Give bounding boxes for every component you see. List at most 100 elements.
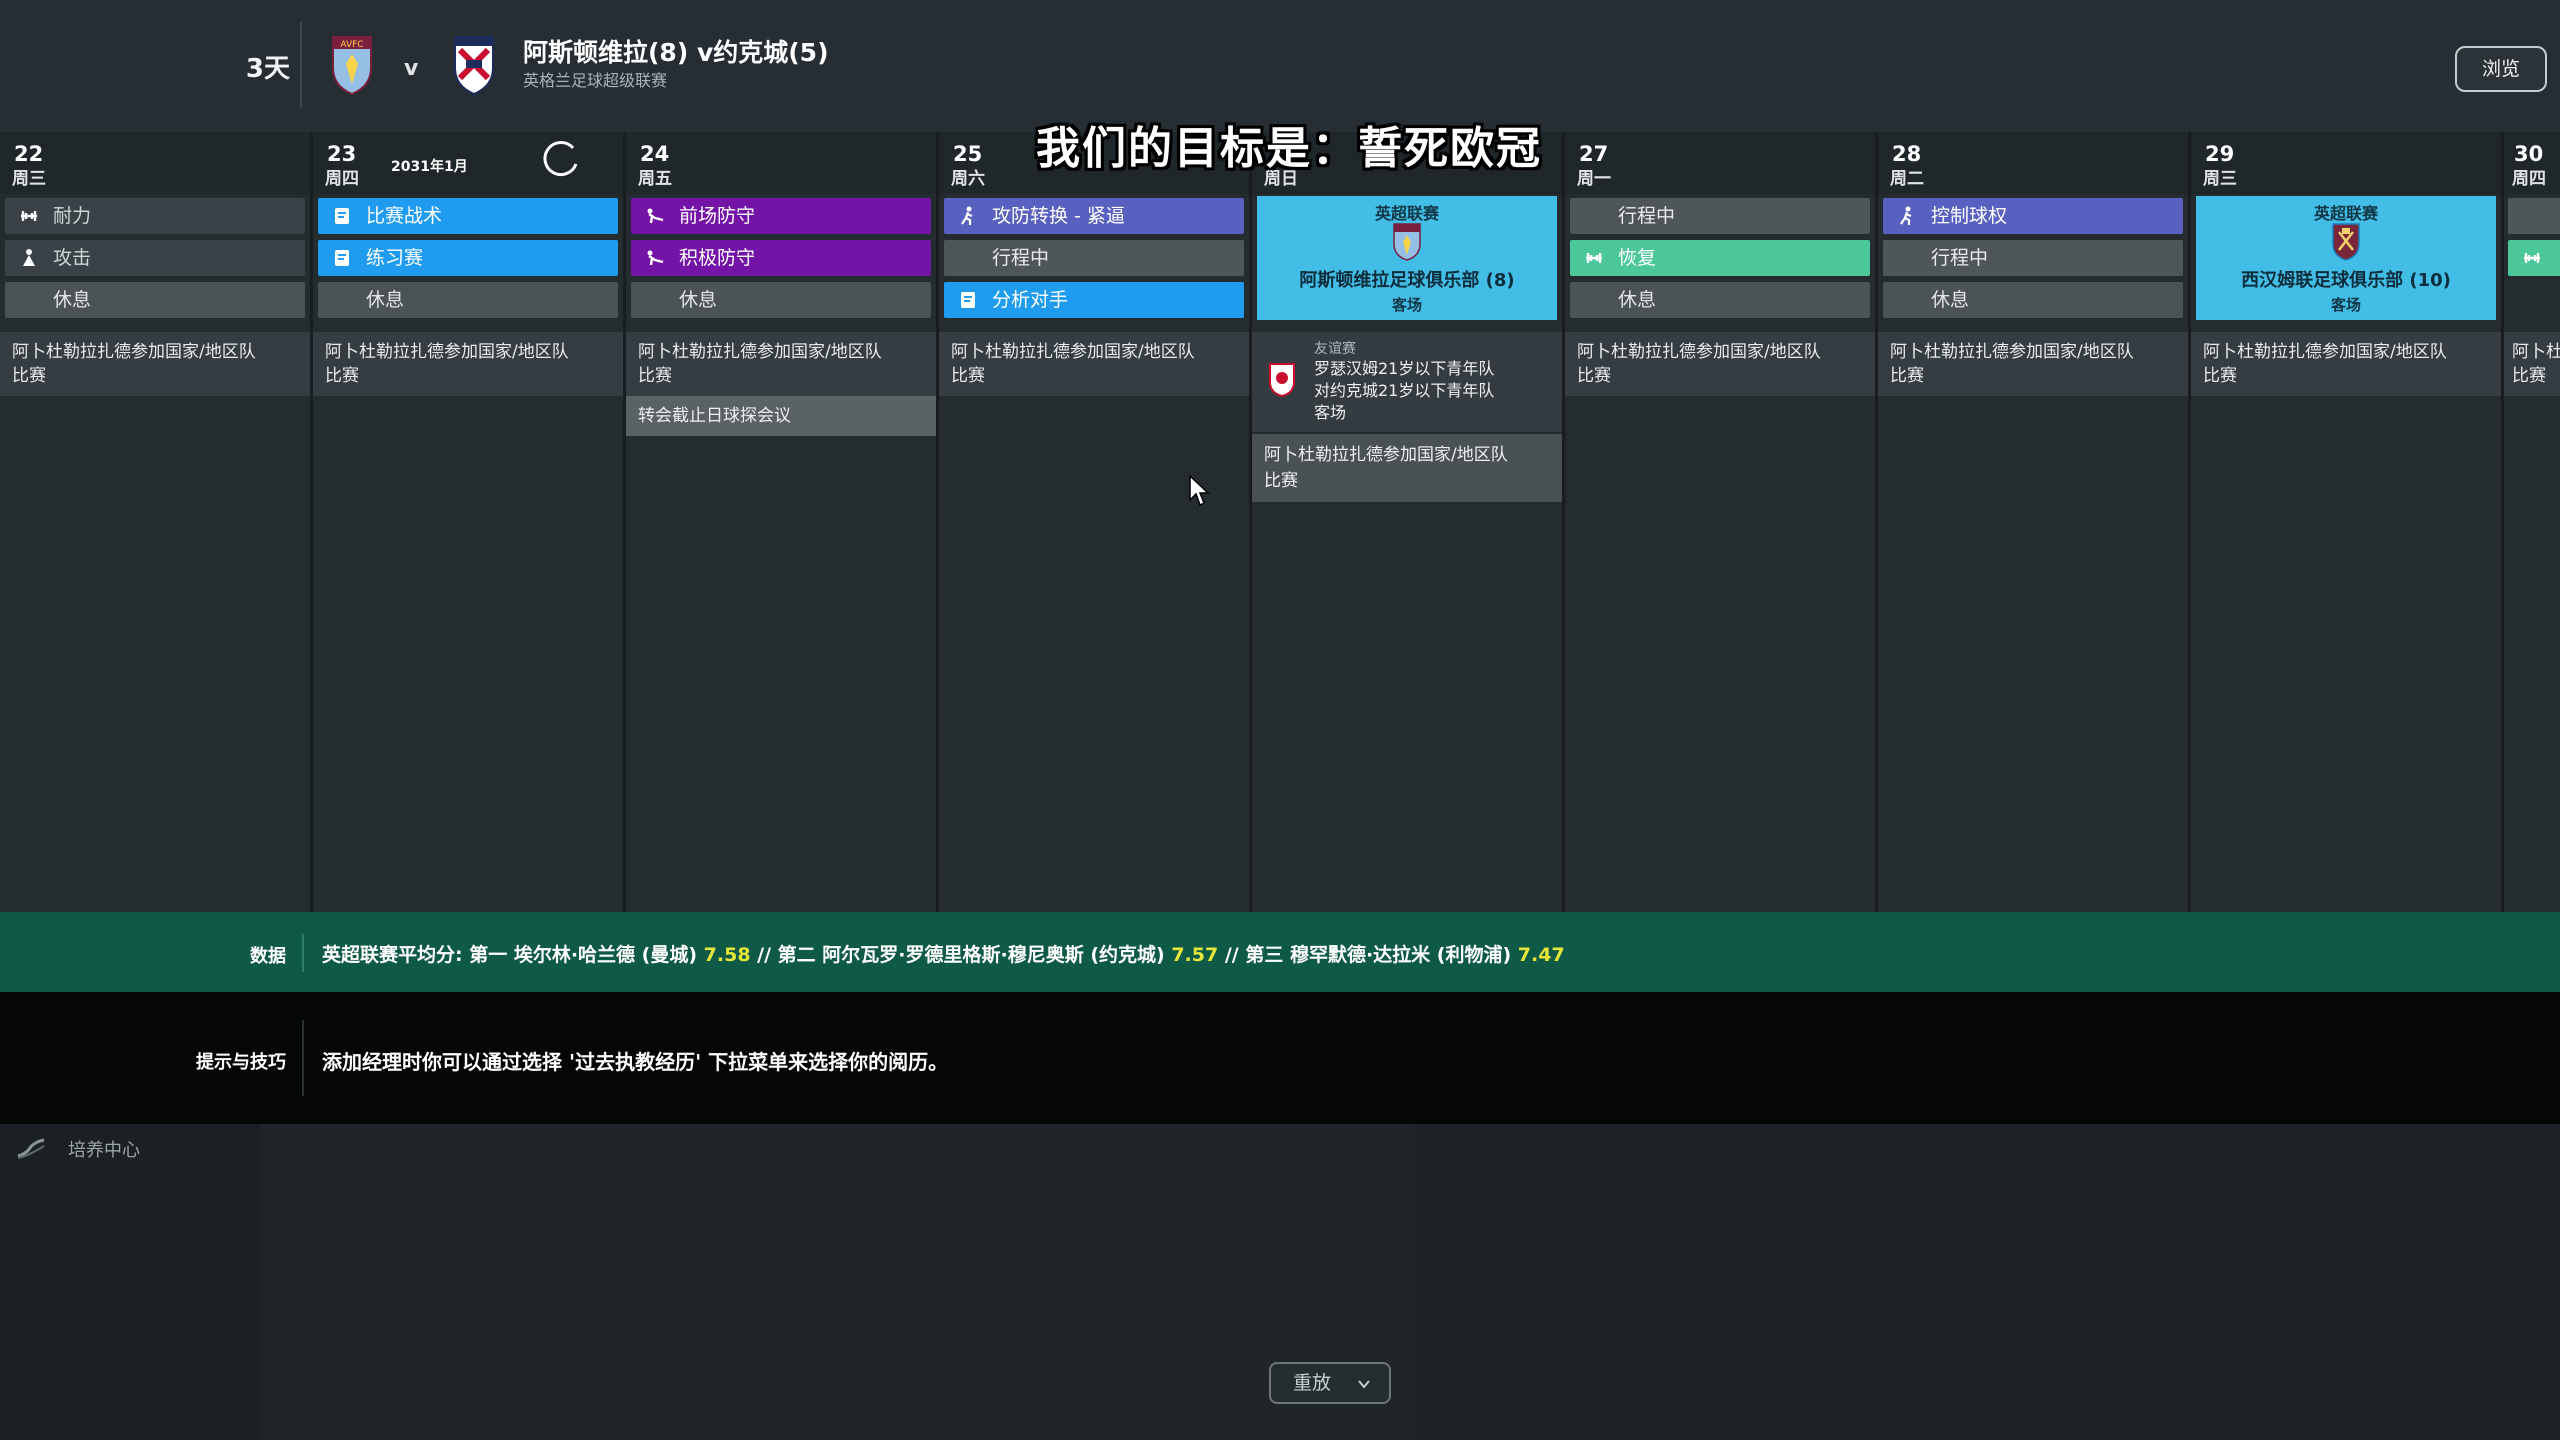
- training-slot[interactable]: 攻击: [5, 240, 305, 276]
- tips-text: 添加经理时你可以通过选择 '过去执教经历' 下拉菜单来选择你的阅历。: [322, 1050, 949, 1074]
- friendly-venue: 客场: [1314, 403, 1347, 422]
- slot-label: 练习赛: [366, 247, 424, 269]
- event-text: 阿卜杜勒拉扎德参加国家/地区队: [12, 342, 256, 362]
- match-card[interactable]: 英超联赛 阿斯顿维拉足球俱乐部 (8) 客场: [1257, 196, 1557, 320]
- travel-slot[interactable]: 行程中: [1570, 198, 1870, 234]
- match-competition: 英格兰足球超级联赛: [523, 71, 668, 90]
- divider: [300, 22, 302, 108]
- slot-label: 比赛战术: [366, 205, 443, 227]
- panel-left-area: [0, 1124, 260, 1440]
- training-slot[interactable]: [2508, 198, 2560, 234]
- event-national-team[interactable]: 阿卜杜 比赛: [2504, 332, 2560, 396]
- rest-slot[interactable]: 休息: [1883, 282, 2183, 318]
- day-column-27: 27 周一 行程中 恢复 休息 阿卜杜勒拉扎德参加国家/地区队 比赛: [1565, 132, 1878, 912]
- event-scouting-meeting[interactable]: 转会截止日球探会议: [626, 396, 936, 436]
- training-slot[interactable]: 比赛战术: [318, 198, 618, 234]
- event-national-team[interactable]: 阿卜杜勒拉扎德参加国家/地区队 比赛: [0, 332, 310, 396]
- stats-value-1: 7.58: [703, 944, 751, 966]
- slot-label: 休息: [1931, 289, 1970, 311]
- replay-dropdown[interactable]: 重放: [1269, 1362, 1391, 1404]
- event-text: 阿卜杜勒拉扎德参加国家/地区队: [1264, 445, 1508, 465]
- training-slot[interactable]: 前场防守: [631, 198, 931, 234]
- event-text: 转会截止日球探会议: [638, 406, 791, 426]
- slot-label: 行程中: [1618, 205, 1676, 227]
- event-national-team[interactable]: 阿卜杜勒拉扎德参加国家/地区队 比赛: [313, 332, 623, 396]
- event-national-team[interactable]: 阿卜杜勒拉扎德参加国家/地区队 比赛: [1252, 434, 1562, 502]
- york-city-crest-icon[interactable]: [452, 34, 496, 96]
- rest-slot[interactable]: 休息: [1570, 282, 1870, 318]
- video-caption: 我们的目标是：誓死欧冠: [1036, 123, 1542, 174]
- match-competition: 英超联赛: [1374, 204, 1439, 223]
- browse-button[interactable]: 浏览: [2455, 46, 2547, 92]
- event-national-team[interactable]: 阿卜杜勒拉扎德参加国家/地区队 比赛: [2191, 332, 2501, 396]
- aston-villa-crest-icon[interactable]: AVFC: [330, 34, 374, 96]
- rest-slot[interactable]: 休息: [318, 282, 618, 318]
- slot-label: 行程中: [1931, 247, 1989, 269]
- event-text: 阿卜杜: [2512, 342, 2560, 362]
- divider: [302, 1020, 304, 1096]
- training-slot[interactable]: 积极防守: [631, 240, 931, 276]
- recovery-slot[interactable]: 恢复: [1570, 240, 1870, 276]
- slot-label: 耐力: [53, 205, 92, 227]
- development-centre-label[interactable]: 培养中心: [68, 1136, 140, 1162]
- day-number: 27: [1579, 142, 1609, 166]
- day-column-22: 22 周三 耐力 攻击 休息 阿卜杜勒拉扎德参加国家/地区队 比赛: [0, 132, 313, 912]
- event-text: 阿卜杜勒拉扎德参加国家/地区队: [951, 342, 1195, 362]
- stats-part-2: // 第二 阿尔瓦罗·罗德里格斯·穆尼奥斯 (约克城): [757, 944, 1165, 966]
- event-text-2: 比赛: [951, 366, 985, 386]
- travel-slot[interactable]: 行程中: [944, 240, 1244, 276]
- recovery-slot[interactable]: [2508, 240, 2560, 276]
- aston-villa-crest-icon: [1393, 223, 1421, 261]
- event-text: 阿卜杜勒拉扎德参加国家/地区队: [325, 342, 569, 362]
- slot-label: 分析对手: [992, 289, 1069, 311]
- event-national-team[interactable]: 阿卜杜勒拉扎德参加国家/地区队 比赛: [1878, 332, 2188, 396]
- training-slot[interactable]: 练习赛: [318, 240, 618, 276]
- tackle-icon: [647, 250, 664, 266]
- day-column-23: 23 周四 2031年1月 比赛战术 练习赛 休息 阿卜杜勒拉扎德参加国家/地区…: [313, 132, 626, 912]
- stats-part-1: 英超联赛平均分: 第一 埃尔林·哈兰德 (曼城): [322, 944, 698, 966]
- event-text: 阿卜杜勒拉扎德参加国家/地区队: [638, 342, 882, 362]
- day-column-26: 26 周日 英超联赛 阿斯顿维拉足球俱乐部 (8) 客场 友谊赛 罗瑟汉姆21岁…: [1252, 132, 1565, 912]
- event-national-team[interactable]: 阿卜杜勒拉扎德参加国家/地区队 比赛: [1565, 332, 1875, 396]
- day-header: 28 周二: [1878, 132, 2188, 194]
- stats-ticker: 数据 英超联赛平均分: 第一 埃尔林·哈兰德 (曼城) 7.58 // 第二 阿…: [0, 912, 2560, 992]
- stats-value-3: 7.47: [1517, 944, 1565, 966]
- event-text-2: 比赛: [12, 366, 46, 386]
- tips-panel: 提示与技巧 添加经理时你可以通过选择 '过去执教经历' 下拉菜单来选择你的阅历。: [0, 992, 2560, 1124]
- day-number: 30: [2514, 142, 2544, 166]
- slot-label: 休息: [366, 289, 405, 311]
- event-national-team[interactable]: 阿卜杜勒拉扎德参加国家/地区队 比赛: [939, 332, 1249, 396]
- day-header: 27 周一: [1565, 132, 1875, 194]
- friendly-match[interactable]: 友谊赛 罗瑟汉姆21岁以下青年队 对约克城21岁以下青年队 客场: [1252, 332, 1562, 432]
- running-player-icon: [961, 206, 973, 225]
- day-column-29: 29 周三 英超联赛 西汉姆联足球俱乐部 (10) 客场 阿卜杜勒拉扎德参加国家…: [2191, 132, 2504, 912]
- event-text-2: 比赛: [1890, 366, 1924, 386]
- day-number: 28: [1892, 142, 1922, 166]
- training-slot[interactable]: 攻防转换 - 紧逼: [944, 198, 1244, 234]
- travel-slot[interactable]: 行程中: [1883, 240, 2183, 276]
- running-player-icon: [1900, 206, 1912, 225]
- match-card[interactable]: 英超联赛 西汉姆联足球俱乐部 (10) 客场: [2196, 196, 2496, 320]
- training-slot[interactable]: 耐力: [5, 198, 305, 234]
- days-to-match: 3天: [245, 54, 290, 84]
- rotherham-crest-icon: [1269, 363, 1295, 398]
- event-national-team[interactable]: 阿卜杜勒拉扎德参加国家/地区队 比赛: [626, 332, 936, 396]
- tactics-board-icon: [335, 208, 349, 224]
- slot-label: 恢复: [1618, 247, 1657, 269]
- stats-label: 数据: [250, 946, 286, 967]
- refresh-icon[interactable]: [538, 136, 584, 182]
- rest-slot[interactable]: 休息: [5, 282, 305, 318]
- panel-right-area: [1410, 1124, 2560, 1440]
- slot-label: 休息: [53, 289, 92, 311]
- training-slot[interactable]: 分析对手: [944, 282, 1244, 318]
- rest-slot[interactable]: 休息: [631, 282, 931, 318]
- fitness-icon: [2524, 253, 2540, 263]
- west-ham-crest-icon: [2332, 223, 2360, 261]
- slot-label: 控制球权: [1931, 205, 2008, 227]
- day-header: 30 周四: [2504, 132, 2560, 194]
- month-label: 2031年1月: [391, 159, 468, 175]
- match-title[interactable]: 阿斯顿维拉(8) v约克城(5): [523, 33, 829, 69]
- day-column-28: 28 周二 控制球权 行程中 休息 阿卜杜勒拉扎德参加国家/地区队 比赛: [1878, 132, 2191, 912]
- training-slot[interactable]: 控制球权: [1883, 198, 2183, 234]
- event-text-2: 比赛: [2203, 366, 2237, 386]
